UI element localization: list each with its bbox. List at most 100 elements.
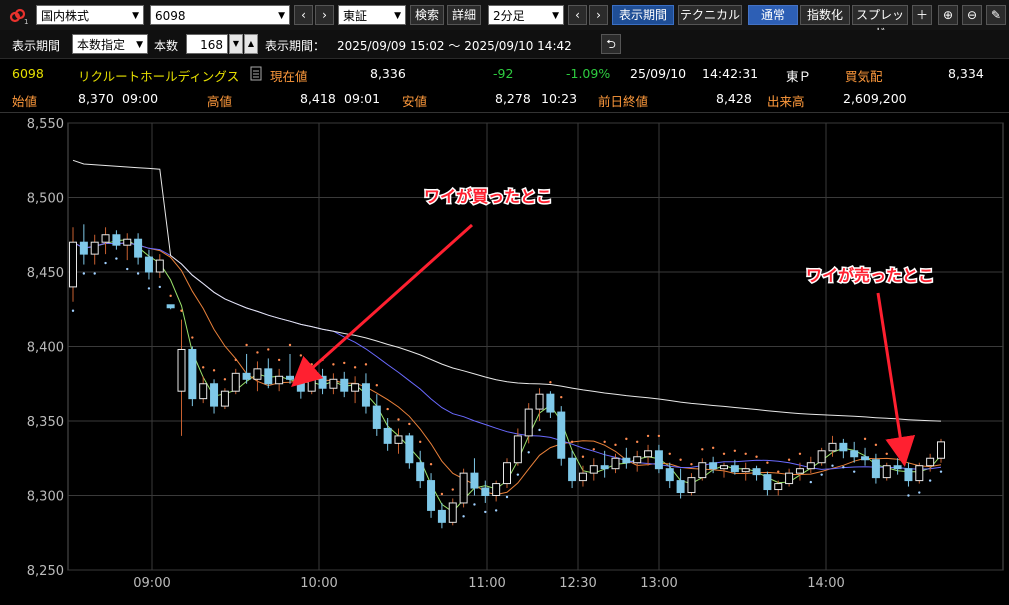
price-chart[interactable]: 8,550 8,500 8,450 8,400 8,350 8,300 8,250 09:0… (0, 113, 1009, 605)
sar-dot (71, 309, 75, 312)
count-input[interactable]: 168 (186, 34, 228, 54)
x-tick-label: 14:00 (807, 576, 844, 591)
detail-button[interactable]: 詳細 (447, 5, 481, 25)
count-down-button[interactable]: ▼ (229, 34, 243, 54)
interval-next-button[interactable]: › (589, 5, 608, 25)
candle-up (633, 456, 642, 464)
candle-up (915, 465, 924, 482)
sar-dot (310, 363, 313, 366)
candle-up (231, 372, 240, 392)
sar-dot (625, 437, 628, 441)
add-button[interactable]: ＋ (912, 5, 932, 25)
high-time: 09:01 (344, 91, 381, 106)
normal-button[interactable]: 通常 (748, 5, 798, 25)
sar-dot (158, 285, 161, 289)
return-icon: ⮌ (606, 37, 616, 51)
y-tick-label: 8,400 (27, 341, 64, 356)
technical-button[interactable]: テクニカル (678, 5, 742, 25)
interval-prev-button[interactable]: ‹ (568, 5, 587, 25)
candle-up (492, 483, 501, 496)
candle-down (264, 368, 273, 385)
candle-up (351, 383, 360, 392)
sar-dot (462, 515, 465, 518)
candle-up (524, 408, 533, 437)
quote-row-ohlc: 始値 8,370 09:00 高値 8,418 09:01 安値 8,278 1… (0, 87, 1009, 113)
y-tick-label: 8,300 (27, 490, 64, 505)
buy-annotation: ワイが買ったとこ (424, 187, 552, 206)
sell-annotation: ワイが売ったとこ (806, 266, 934, 285)
sar-dot (711, 446, 715, 450)
search-button[interactable]: 検索 (410, 5, 444, 25)
candle-up (275, 375, 284, 385)
candle-down (752, 468, 761, 476)
count-up-button[interactable]: ▲ (244, 34, 258, 54)
candle-up (882, 465, 891, 479)
document-icon[interactable] (250, 66, 262, 85)
candle-down (318, 375, 327, 389)
chevron-down-icon: ▼ (552, 11, 559, 21)
candle-up (155, 259, 164, 273)
sar-dot (484, 510, 487, 514)
sar-dot (277, 358, 281, 362)
reset-range-button[interactable]: ⮌ (601, 34, 621, 54)
prev-button[interactable]: ‹ (294, 5, 313, 25)
sar-dot (223, 378, 227, 381)
candle-up (687, 477, 696, 494)
candle-up (806, 462, 815, 470)
code-input[interactable]: 6098 ▼ (150, 5, 290, 25)
sar-dot (549, 381, 552, 384)
display-period-button[interactable]: 表示期間 (612, 5, 674, 25)
period-mode-select[interactable]: 本数指定 ▼ (72, 34, 148, 54)
candle-up (937, 441, 945, 459)
sar-dot (787, 458, 791, 461)
candle-down (557, 411, 566, 459)
sar-dot (288, 343, 292, 347)
open-label: 始値 (12, 94, 38, 109)
x-tick-label: 12:30 (559, 576, 596, 591)
low-label: 安値 (402, 94, 428, 109)
sar-dot (343, 361, 346, 365)
candle-up (535, 393, 544, 410)
link-icon[interactable]: 1 (8, 7, 30, 29)
sar-dot (668, 452, 671, 455)
sar-dot (147, 287, 151, 290)
zoom-in-button[interactable]: ⊕ (938, 5, 958, 25)
sar-dot (299, 354, 303, 357)
sar-dot (701, 448, 704, 451)
interval-select[interactable]: 2分足 ▼ (488, 5, 564, 25)
y-tick-label: 8,450 (27, 266, 64, 281)
next-button[interactable]: › (315, 5, 334, 25)
draw-button[interactable]: ✎ (986, 5, 1006, 25)
spread-button[interactable]: スプレッド (852, 5, 908, 40)
range-value: 2025/09/09 15:02 〜 2025/09/10 14:42 (337, 39, 572, 53)
code-input-value: 6098 (155, 9, 186, 23)
zoom-out-button[interactable]: ⊖ (962, 5, 982, 25)
chevron-left-icon: ‹ (575, 8, 580, 22)
chevron-up-icon: ▲ (247, 39, 255, 48)
candle-down (904, 468, 913, 482)
sar-dot (104, 261, 107, 265)
pencil-icon: ✎ (990, 8, 1002, 22)
volume-label: 出来高 (767, 94, 805, 109)
index-button[interactable]: 指数化 (800, 5, 850, 25)
sar-dot (212, 369, 216, 372)
x-tick-label: 13:00 (640, 576, 677, 591)
candle-down (79, 241, 88, 255)
open-time: 09:00 (122, 91, 159, 106)
sar-dot (451, 488, 454, 491)
sar-dot (842, 465, 845, 469)
sar-dot (603, 440, 606, 444)
x-axis: 09:00 10:00 11:00 12:30 13:00 14:00 (133, 576, 844, 591)
candle-down (286, 375, 294, 380)
exchange-select[interactable]: 東証 ▼ (338, 5, 406, 25)
sar-dot (939, 470, 943, 473)
chevron-down-icon: ▼ (394, 11, 401, 21)
market-select[interactable]: 国内株式 ▼ (36, 5, 144, 25)
sar-dot (419, 440, 422, 444)
candle-down (709, 462, 718, 470)
sar-dot (397, 418, 400, 421)
candle-down (839, 442, 848, 452)
sar-dot (527, 451, 530, 454)
candle-up (774, 483, 783, 491)
chevron-down-icon: ▼ (278, 11, 285, 21)
